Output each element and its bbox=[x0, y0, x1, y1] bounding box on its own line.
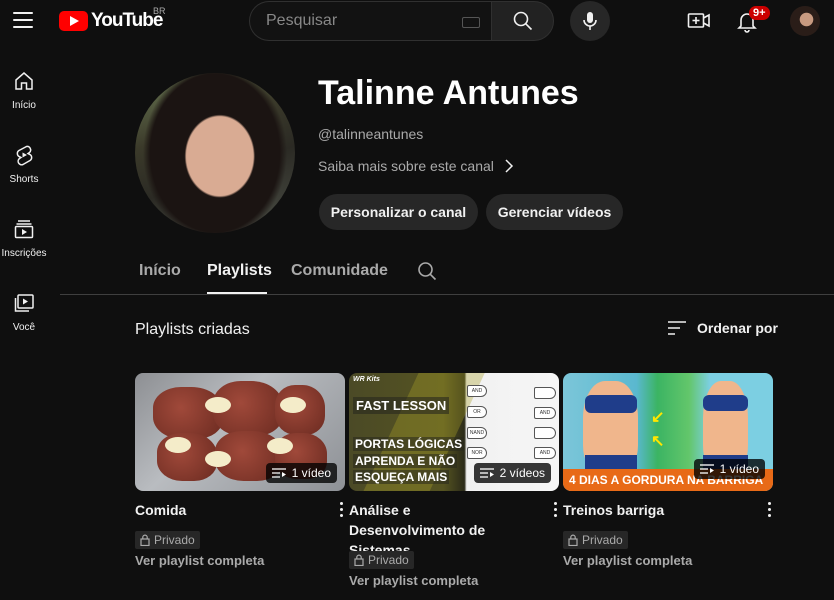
mini-sidebar: Início Shorts Inscrições Você bbox=[0, 56, 48, 352]
playlist-title[interactable]: Comida bbox=[135, 500, 315, 520]
more-options-icon[interactable] bbox=[333, 499, 349, 519]
search-input[interactable] bbox=[266, 2, 456, 40]
menu-icon[interactable] bbox=[13, 12, 33, 28]
video-count: 1 vídeo bbox=[291, 466, 331, 480]
tab-playlists[interactable]: Playlists bbox=[207, 262, 272, 280]
search-icon bbox=[513, 11, 532, 31]
privacy-label: Privado bbox=[582, 533, 623, 547]
manage-videos-button[interactable]: Gerenciar vídeos bbox=[486, 194, 623, 230]
keyboard-icon[interactable] bbox=[462, 17, 480, 28]
section-title: Playlists criadas bbox=[135, 321, 250, 338]
youtube-play-icon bbox=[59, 11, 88, 31]
sidebar-item-label: Você bbox=[12, 322, 36, 333]
lock-icon bbox=[568, 534, 578, 546]
channel-avatar[interactable] bbox=[135, 73, 295, 233]
video-count: 1 vídeo bbox=[719, 462, 759, 476]
video-count-badge: 1 vídeo bbox=[693, 459, 765, 479]
privacy-badge: Privado bbox=[349, 551, 414, 569]
privacy-badge: Privado bbox=[135, 531, 200, 549]
sidebar-item-label: Início bbox=[12, 100, 36, 111]
video-count-badge: 1 vídeo bbox=[265, 463, 337, 483]
sidebar-item-label: Shorts bbox=[9, 174, 39, 185]
thumbnail-headline: FAST LESSON bbox=[353, 397, 450, 414]
sidebar-item-shorts[interactable]: Shorts bbox=[0, 130, 48, 204]
thumbnail-line: ESQUEÇA MAIS bbox=[353, 470, 450, 484]
video-count: 2 vídeos bbox=[499, 466, 545, 480]
customize-channel-button[interactable]: Personalizar o canal bbox=[319, 194, 478, 230]
sidebar-item-subscriptions[interactable]: Inscrições bbox=[0, 204, 48, 278]
thumbnail-brand: WR Kits bbox=[353, 376, 380, 383]
tab-community[interactable]: Comunidade bbox=[291, 262, 388, 280]
youtube-logo[interactable]: YouTube bbox=[59, 10, 163, 32]
voice-search-button[interactable] bbox=[570, 1, 610, 41]
create-video-icon bbox=[687, 13, 710, 28]
microphone-icon bbox=[583, 12, 597, 30]
sort-label: Ordenar por bbox=[697, 320, 778, 336]
search-button[interactable] bbox=[491, 1, 554, 41]
channel-about-link[interactable]: Saiba mais sobre este canal bbox=[318, 158, 514, 174]
privacy-label: Privado bbox=[154, 533, 195, 547]
create-button[interactable] bbox=[687, 10, 711, 32]
more-options-icon[interactable] bbox=[547, 499, 563, 519]
search-icon[interactable] bbox=[417, 261, 437, 281]
thumbnail-line: PORTAS LÓGICAS bbox=[353, 437, 465, 451]
playlist-card: ↙ ↖ 4 DIAS A GORDURA NA BARRIGA 1 vídeo … bbox=[563, 373, 773, 568]
shorts-icon bbox=[16, 145, 33, 166]
sidebar-item-you[interactable]: Você bbox=[0, 278, 48, 352]
playlist-card: WR Kits FAST LESSON PORTAS LÓGICAS APREN… bbox=[349, 373, 559, 588]
account-avatar[interactable] bbox=[790, 6, 820, 36]
view-full-playlist-link[interactable]: Ver playlist completa bbox=[349, 573, 478, 588]
playlist-icon bbox=[271, 468, 286, 478]
view-full-playlist-link[interactable]: Ver playlist completa bbox=[135, 553, 264, 568]
subscriptions-icon bbox=[14, 220, 34, 239]
privacy-label: Privado bbox=[368, 553, 409, 567]
playlist-thumbnail[interactable]: 1 vídeo bbox=[135, 373, 345, 491]
notification-badge: 9+ bbox=[749, 6, 770, 20]
region-label: BR bbox=[153, 6, 166, 16]
active-tab-indicator bbox=[207, 292, 267, 294]
search-box bbox=[249, 1, 491, 41]
sort-button[interactable]: Ordenar por bbox=[667, 320, 778, 336]
more-options-icon[interactable] bbox=[761, 499, 777, 519]
top-bar: YouTube BR 9+ bbox=[0, 0, 834, 42]
privacy-badge: Privado bbox=[563, 531, 628, 549]
sidebar-item-label: Inscrições bbox=[1, 248, 47, 259]
sidebar-item-home[interactable]: Início bbox=[0, 56, 48, 130]
playlist-thumbnail[interactable]: ↙ ↖ 4 DIAS A GORDURA NA BARRIGA 1 vídeo bbox=[563, 373, 773, 491]
chevron-right-icon bbox=[505, 159, 513, 173]
channel-tabs: Início Playlists Comunidade bbox=[60, 248, 834, 295]
playlist-card: 1 vídeo Comida Privado Ver playlist comp… bbox=[135, 373, 345, 568]
view-full-playlist-link[interactable]: Ver playlist completa bbox=[563, 553, 692, 568]
playlist-thumbnail[interactable]: WR Kits FAST LESSON PORTAS LÓGICAS APREN… bbox=[349, 373, 559, 491]
channel-name: Talinne Antunes bbox=[318, 74, 579, 112]
thumbnail-line: APRENDA E NÃO bbox=[353, 454, 458, 468]
search-bar bbox=[249, 1, 554, 41]
tab-home[interactable]: Início bbox=[139, 262, 181, 280]
lock-icon bbox=[140, 534, 150, 546]
sort-icon bbox=[668, 321, 686, 335]
channel-about-label: Saiba mais sobre este canal bbox=[318, 158, 494, 174]
logo-text: YouTube bbox=[91, 10, 163, 31]
playlist-icon bbox=[699, 464, 714, 474]
playlist-title[interactable]: Treinos barriga bbox=[563, 500, 743, 520]
playlist-icon bbox=[479, 468, 494, 478]
channel-handle: @talinneantunes bbox=[318, 126, 424, 142]
video-count-badge: 2 vídeos bbox=[473, 463, 551, 483]
home-icon bbox=[15, 72, 33, 90]
you-icon bbox=[14, 294, 34, 312]
lock-icon bbox=[354, 554, 364, 566]
